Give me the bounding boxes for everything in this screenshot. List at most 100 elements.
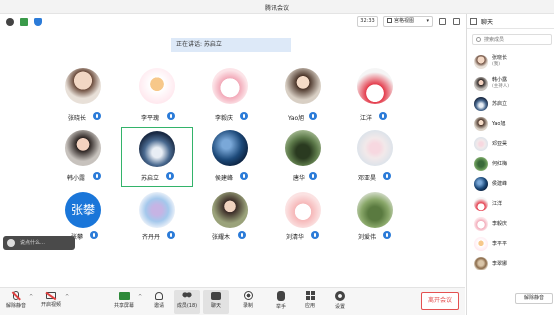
mic-icon bbox=[93, 112, 101, 120]
invite-button[interactable]: 邀请 bbox=[146, 290, 172, 314]
participant-name: Yao旭 bbox=[288, 115, 305, 122]
member-name: Yao旭 bbox=[492, 121, 506, 127]
mic-icon bbox=[93, 172, 101, 180]
speaking-indicator: 正在讲话: 苏启立 bbox=[171, 38, 291, 52]
member-name: 李翠娜 bbox=[492, 261, 508, 267]
avatar bbox=[139, 192, 175, 228]
list-item[interactable]: 李平平 bbox=[467, 234, 554, 254]
participant-name: 唐华 bbox=[293, 175, 306, 182]
list-item[interactable]: 苏启立 bbox=[467, 94, 554, 114]
participant-name: 张耀木 bbox=[212, 234, 231, 241]
participant-tile[interactable]: 唐华 bbox=[267, 128, 339, 188]
list-item[interactable]: 侯建峰 bbox=[467, 174, 554, 194]
list-item[interactable]: Yao旭 bbox=[467, 114, 554, 134]
participant-tile[interactable]: 李平瑰 bbox=[121, 68, 193, 128]
chevron-up-icon[interactable]: ^ bbox=[138, 294, 142, 300]
participant-tile[interactable]: 齐丹丹 bbox=[121, 190, 193, 250]
list-item[interactable]: 李翠娜 bbox=[467, 254, 554, 270]
search-input[interactable] bbox=[484, 35, 550, 44]
emoji-icon[interactable] bbox=[7, 239, 15, 247]
mic-icon bbox=[240, 112, 248, 120]
member-name: 侯建峰 bbox=[492, 181, 508, 187]
participant-tile-active[interactable]: 苏启立 bbox=[121, 127, 193, 187]
video-button[interactable]: 开启视频 bbox=[38, 290, 64, 314]
record-button[interactable]: 录制 bbox=[235, 290, 261, 314]
list-item[interactable]: 张晓长 (我) bbox=[467, 52, 554, 72]
participant-tile[interactable]: 邓亚昊 bbox=[339, 128, 411, 188]
control-bar: 解除静音 ^ 开启视频 ^ 共享屏幕 ^ 邀请 成员(18) 聊天 录制 举手 … bbox=[0, 287, 465, 315]
settings-button[interactable]: 设置 bbox=[327, 290, 353, 314]
fullscreen-icon[interactable] bbox=[453, 18, 460, 25]
invite-label: 邀请 bbox=[153, 303, 164, 309]
avatar bbox=[285, 130, 321, 166]
chat-input-pill[interactable]: 说点什么… bbox=[3, 236, 75, 250]
mic-icon bbox=[311, 231, 319, 239]
avatar bbox=[139, 68, 175, 104]
view-mode-button[interactable]: 宫格视图 ▾ bbox=[383, 16, 433, 27]
avatar bbox=[474, 177, 488, 191]
panel-title: 聊天 bbox=[481, 19, 494, 26]
mic-icon bbox=[383, 172, 391, 180]
mic-muted-icon bbox=[12, 291, 21, 301]
list-item[interactable]: 李毅庆 bbox=[467, 214, 554, 234]
list-item[interactable]: 江洋 bbox=[467, 194, 554, 214]
list-item[interactable]: 邓亚昊 bbox=[467, 134, 554, 154]
raise-hand-label: 举手 bbox=[275, 304, 286, 310]
member-search[interactable] bbox=[472, 34, 552, 45]
avatar bbox=[285, 68, 321, 104]
participant-tile[interactable]: 李毅庆 bbox=[194, 68, 266, 128]
participant-tile[interactable]: 张晓长 bbox=[47, 68, 119, 128]
share-screen-button[interactable]: 共享屏幕 bbox=[111, 290, 137, 314]
settings-icon bbox=[335, 291, 345, 301]
avatar bbox=[357, 130, 393, 166]
chevron-up-icon[interactable]: ^ bbox=[29, 294, 33, 300]
shield-icon[interactable] bbox=[34, 18, 42, 26]
mic-icon bbox=[309, 112, 317, 120]
apps-button[interactable]: 应用 bbox=[297, 290, 323, 314]
participant-tile[interactable]: 刘清华 bbox=[267, 190, 339, 250]
participant-tile[interactable]: 江洋 bbox=[339, 68, 411, 128]
info-icon[interactable] bbox=[6, 18, 14, 26]
avatar: 张攀 bbox=[65, 192, 101, 228]
list-item[interactable]: 何红梅 bbox=[467, 154, 554, 174]
avatar bbox=[474, 157, 488, 171]
raise-hand-icon bbox=[277, 291, 285, 301]
participant-name: 刘爱伟 bbox=[358, 234, 377, 241]
member-name: 邓亚昊 bbox=[492, 141, 508, 147]
member-role: (主持人) bbox=[492, 84, 510, 89]
participant-tile[interactable]: 侯建峰 bbox=[194, 128, 266, 188]
members-button[interactable]: 成员(18) bbox=[174, 290, 200, 314]
participant-tile[interactable]: 韩小露 bbox=[47, 128, 119, 188]
meeting-timer: 32:33 bbox=[357, 16, 378, 27]
leave-meeting-button[interactable]: 离开会议 bbox=[421, 292, 459, 310]
raise-hand-button[interactable]: 举手 bbox=[268, 290, 294, 314]
mic-icon bbox=[240, 172, 248, 180]
unmute-button[interactable]: 解除静音 bbox=[3, 290, 29, 314]
participant-name: 李毅庆 bbox=[215, 115, 234, 122]
participant-tile[interactable]: Yao旭 bbox=[267, 68, 339, 128]
unmute-all-button[interactable]: 解除静音 bbox=[515, 293, 553, 304]
participant-name: 齐丹丹 bbox=[142, 234, 161, 241]
member-name: 韩小露 bbox=[492, 77, 508, 83]
participant-tile[interactable]: 刘爱伟 bbox=[339, 190, 411, 250]
participant-name: 张晓长 bbox=[68, 115, 87, 122]
window-title: 腾讯会议 bbox=[264, 5, 289, 12]
grid-icon bbox=[387, 18, 392, 23]
share-screen-label: 共享屏幕 bbox=[113, 303, 134, 309]
mic-icon bbox=[166, 172, 174, 180]
chat-button[interactable]: 聊天 bbox=[203, 290, 229, 314]
panel-toggle-icon[interactable] bbox=[470, 18, 477, 25]
pip-icon[interactable] bbox=[439, 18, 446, 25]
apps-label: 应用 bbox=[304, 303, 315, 309]
avatar bbox=[474, 257, 488, 270]
chevron-up-icon[interactable]: ^ bbox=[65, 294, 69, 300]
camera-off-icon bbox=[45, 291, 57, 300]
signal-icon[interactable] bbox=[20, 18, 28, 26]
avatar bbox=[474, 77, 488, 91]
member-name: 李平平 bbox=[492, 241, 508, 247]
participant-tile[interactable]: 张耀木 bbox=[194, 190, 266, 250]
record-label: 录制 bbox=[242, 303, 253, 309]
participant-name: 刘清华 bbox=[286, 234, 305, 241]
participant-name: 江洋 bbox=[360, 115, 373, 122]
list-item[interactable]: 韩小露 (主持人) bbox=[467, 74, 554, 94]
